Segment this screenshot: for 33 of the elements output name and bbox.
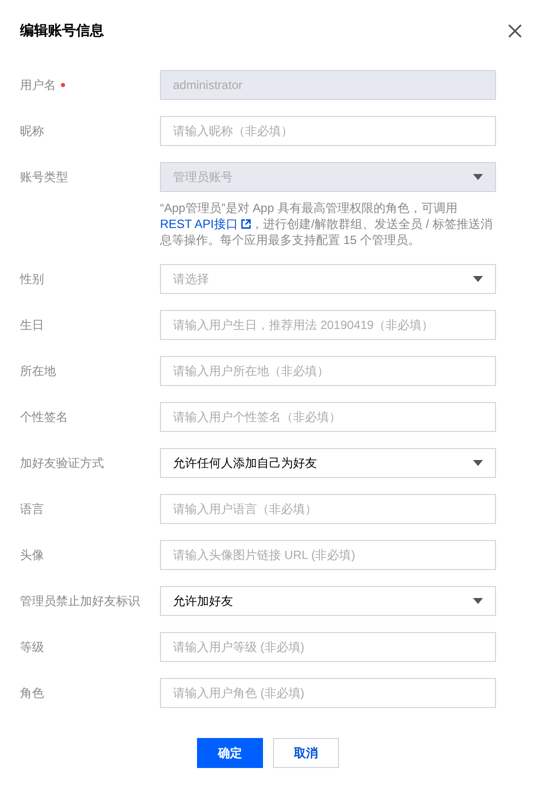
close-icon[interactable] <box>508 24 522 38</box>
input-field[interactable]: 请输入用户生日，推荐用法 20190419（非必填） <box>160 310 496 340</box>
field-label: 用户名 <box>20 76 56 94</box>
field-label: 角色 <box>20 684 44 702</box>
input-field[interactable]: 请输入用户等级 (非必填) <box>160 632 496 662</box>
field-label: 头像 <box>20 546 44 564</box>
field-label: 等级 <box>20 638 44 656</box>
cancel-button[interactable]: 取消 <box>273 738 339 768</box>
field-label: 账号类型 <box>20 168 68 186</box>
input-field[interactable]: 请输入用户个性签名（非必填） <box>160 402 496 432</box>
help-text: “App管理员”是对 App 具有最高管理权限的角色，可调用 REST API接口 ，进行创建/解散群组、发送全员 / 标签推送消息等操作。每个应用最多支持配置 15 个管理员。 <box>160 200 494 248</box>
caret-icon <box>473 598 483 604</box>
field-label: 个性签名 <box>20 408 68 426</box>
caret-icon <box>473 174 483 180</box>
field-label: 性别 <box>20 270 44 288</box>
field-label: 加好友验证方式 <box>20 454 104 472</box>
caret-icon <box>473 276 483 282</box>
field-label: 生日 <box>20 316 44 334</box>
field-label: 管理员禁止加好友标识 <box>20 592 140 610</box>
input-field[interactable]: 请输入昵称（非必填） <box>160 116 496 146</box>
input-field[interactable]: 请输入用户角色 (非必填) <box>160 678 496 708</box>
input-field[interactable]: 请输入用户所在地（非必填） <box>160 356 496 386</box>
select-field[interactable]: 允许加好友 <box>160 586 496 616</box>
field-label: 语言 <box>20 500 44 518</box>
input-field[interactable]: 请输入用户语言（非必填） <box>160 494 496 524</box>
external-link-icon <box>241 219 252 229</box>
input-field[interactable]: 请输入头像图片链接 URL (非必填) <box>160 540 496 570</box>
dialog-title: 编辑账号信息 <box>20 22 104 40</box>
caret-icon <box>473 460 483 466</box>
field-label: 所在地 <box>20 362 56 380</box>
confirm-button[interactable]: 确定 <box>197 738 263 768</box>
field-label: 昵称 <box>20 122 44 140</box>
select-field[interactable]: 允许任何人添加自己为好友 <box>160 448 496 478</box>
